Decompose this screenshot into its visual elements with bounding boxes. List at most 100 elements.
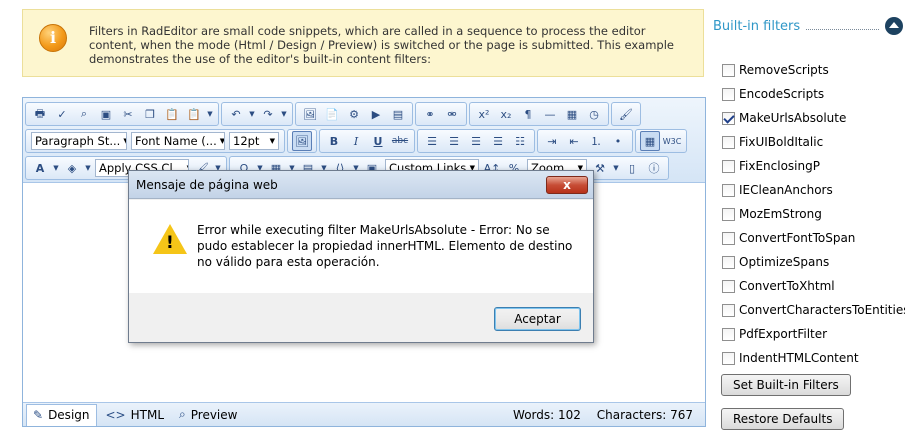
filter-list: RemoveScripts EncodeScripts MakeUrlsAbsolu… bbox=[722, 58, 905, 370]
underline-icon[interactable]: U bbox=[368, 131, 388, 151]
filter-item[interactable]: IECleanAnchors bbox=[722, 178, 905, 202]
close-icon[interactable]: x bbox=[546, 175, 588, 194]
ok-button[interactable]: Aceptar bbox=[494, 307, 581, 331]
superscript-icon[interactable]: x² bbox=[474, 104, 494, 124]
info-text: Filters in RadEditor are small code snip… bbox=[89, 24, 674, 66]
filter-checkbox[interactable] bbox=[722, 207, 735, 221]
paste-options-icon[interactable]: 📋 bbox=[184, 104, 204, 124]
toggle-table-border-icon[interactable]: ▦ bbox=[640, 131, 660, 151]
redo-icon[interactable]: ↷ bbox=[258, 104, 278, 124]
about-icon[interactable]: ⓘ bbox=[644, 158, 664, 178]
strikethrough-icon[interactable]: abc bbox=[390, 131, 410, 151]
filter-checkbox[interactable] bbox=[722, 135, 735, 149]
mode-html-button[interactable]: <> HTML bbox=[100, 404, 171, 426]
italic-icon[interactable]: I bbox=[346, 131, 366, 151]
cut-icon[interactable]: ✂ bbox=[118, 104, 138, 124]
paste-icon[interactable]: 📋 bbox=[162, 104, 182, 124]
module-manager-dropdown-icon[interactable]: ▼ bbox=[612, 158, 620, 178]
align-center-icon[interactable]: ☰ bbox=[444, 131, 464, 151]
spellcheck-icon[interactable]: ✓ bbox=[52, 104, 72, 124]
filter-item[interactable]: EncodeScripts bbox=[722, 82, 905, 106]
toolbar-group-tools: ▦ W3C bbox=[635, 129, 687, 153]
xhtml-validator-icon[interactable]: W3C bbox=[662, 131, 682, 151]
chevron-down-icon: ▼ bbox=[269, 137, 275, 145]
fore-color-icon[interactable]: A bbox=[30, 158, 50, 178]
filter-item[interactable]: ConvertToXhtml bbox=[722, 274, 905, 298]
copy-icon[interactable]: ❐ bbox=[140, 104, 160, 124]
set-filters-button[interactable]: Set Built-in Filters bbox=[721, 374, 851, 396]
paragraph-icon[interactable]: ¶ bbox=[518, 104, 538, 124]
toggle-screen-icon[interactable]: ▯ bbox=[622, 158, 642, 178]
flash-manager-icon[interactable]: ⚙ bbox=[344, 104, 364, 124]
filter-checkbox[interactable] bbox=[722, 183, 735, 197]
collapse-icon[interactable] bbox=[885, 17, 903, 35]
undo-dropdown-icon[interactable]: ▼ bbox=[248, 104, 256, 124]
filter-item[interactable]: PdfExportFilter bbox=[722, 322, 905, 346]
format-stripper-icon[interactable]: 🖌 bbox=[616, 104, 636, 124]
indent-icon[interactable]: ⇥ bbox=[542, 131, 562, 151]
restore-defaults-button[interactable]: Restore Defaults bbox=[721, 408, 845, 430]
bulleted-list-icon[interactable]: • bbox=[608, 131, 628, 151]
filter-item[interactable]: MakeUrlsAbsolute bbox=[722, 106, 905, 130]
info-box: i Filters in RadEditor are small code sn… bbox=[22, 9, 704, 77]
font-name-dropdown[interactable]: Font Name (... ▼ bbox=[131, 132, 225, 150]
unlink-icon[interactable]: ⚮ bbox=[442, 104, 462, 124]
font-size-dropdown[interactable]: 12pt ▼ bbox=[229, 132, 279, 150]
filter-checkbox[interactable] bbox=[722, 279, 735, 293]
paragraph-style-dropdown[interactable]: Paragraph St...▼ bbox=[31, 132, 127, 150]
horizontal-rule-icon[interactable]: — bbox=[540, 104, 560, 124]
filter-checkbox[interactable] bbox=[722, 303, 735, 317]
insert-time-icon[interactable]: ◷ bbox=[584, 104, 604, 124]
filter-label: OptimizeSpans bbox=[739, 255, 830, 269]
back-color-dropdown-icon[interactable]: ▼ bbox=[84, 158, 92, 178]
filter-item[interactable]: ConvertCharactersToEntities bbox=[722, 298, 905, 322]
toolbar-group-insert: 🖼 📄 ⚙ ▶ ▤ bbox=[295, 102, 413, 126]
outdent-icon[interactable]: ⇤ bbox=[564, 131, 584, 151]
align-left-icon[interactable]: ☰ bbox=[422, 131, 442, 151]
built-in-filters-panel: Built-in filters RemoveScripts EncodeScri… bbox=[713, 0, 905, 435]
bold-icon[interactable]: B bbox=[324, 131, 344, 151]
insert-date-icon[interactable]: ▦ bbox=[562, 104, 582, 124]
back-color-icon[interactable]: ◈ bbox=[62, 158, 82, 178]
print-icon[interactable]: 🖶 bbox=[30, 104, 50, 124]
media-manager-icon[interactable]: ▶ bbox=[366, 104, 386, 124]
filter-label: ConvertFontToSpan bbox=[739, 231, 856, 245]
filter-item[interactable]: OptimizeSpans bbox=[722, 250, 905, 274]
filter-item[interactable]: IndentHTMLContent bbox=[722, 346, 905, 370]
filter-checkbox[interactable] bbox=[722, 327, 735, 341]
chevron-down-icon: ▼ bbox=[120, 137, 126, 145]
image-map-icon[interactable]: 🖼 bbox=[292, 131, 312, 151]
filter-checkbox[interactable] bbox=[722, 63, 735, 77]
filter-checkbox[interactable] bbox=[722, 351, 735, 365]
select-all-icon[interactable]: ▣ bbox=[96, 104, 116, 124]
remove-alignment-icon[interactable]: ☷ bbox=[510, 131, 530, 151]
filter-item[interactable]: FixEnclosingP bbox=[722, 154, 905, 178]
font-size-value: 12pt bbox=[233, 134, 260, 148]
panel-header: Built-in filters bbox=[713, 16, 903, 36]
find-replace-icon[interactable]: ⌕ bbox=[74, 104, 94, 124]
filter-item[interactable]: RemoveScripts bbox=[722, 58, 905, 82]
align-right-icon[interactable]: ☰ bbox=[466, 131, 486, 151]
filter-checkbox[interactable] bbox=[722, 255, 735, 269]
template-manager-icon[interactable]: ▤ bbox=[388, 104, 408, 124]
subscript-icon[interactable]: x₂ bbox=[496, 104, 516, 124]
image-manager-icon[interactable]: 🖼 bbox=[300, 104, 320, 124]
filter-item[interactable]: MozEmStrong bbox=[722, 202, 905, 226]
info-icon: i bbox=[39, 24, 67, 52]
filter-item[interactable]: FixUIBoldItalic bbox=[722, 130, 905, 154]
filter-checkbox[interactable] bbox=[722, 159, 735, 173]
paste-options-dropdown-icon[interactable]: ▼ bbox=[206, 104, 214, 124]
filter-checkbox[interactable] bbox=[722, 231, 735, 245]
fore-color-dropdown-icon[interactable]: ▼ bbox=[52, 158, 60, 178]
numbered-list-icon[interactable]: ⒈ bbox=[586, 131, 606, 151]
filter-checkbox[interactable] bbox=[722, 87, 735, 101]
justify-icon[interactable]: ☰ bbox=[488, 131, 508, 151]
mode-design-button[interactable]: ✎ Design bbox=[26, 403, 97, 426]
redo-dropdown-icon[interactable]: ▼ bbox=[280, 104, 288, 124]
filter-item[interactable]: ConvertFontToSpan bbox=[722, 226, 905, 250]
link-manager-icon[interactable]: ⚭ bbox=[420, 104, 440, 124]
filter-checkbox[interactable] bbox=[722, 111, 735, 125]
undo-icon[interactable]: ↶ bbox=[226, 104, 246, 124]
mode-preview-button[interactable]: ⌕ Preview bbox=[173, 404, 243, 426]
document-manager-icon[interactable]: 📄 bbox=[322, 104, 342, 124]
